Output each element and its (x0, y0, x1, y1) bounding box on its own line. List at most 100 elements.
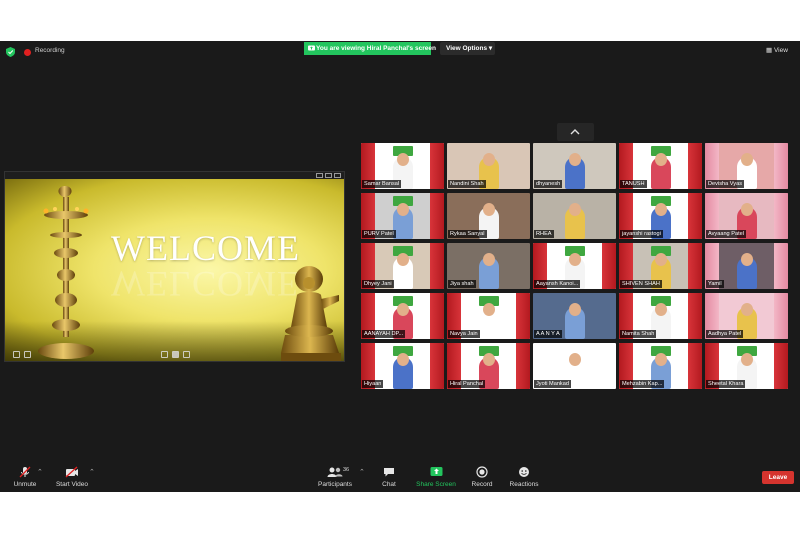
participant-tile[interactable]: Aayansh Kanoi... (533, 243, 616, 289)
participant-tile[interactable]: A A N Y A (533, 293, 616, 339)
participant-tile[interactable]: Sheetal Khara (705, 343, 788, 389)
view-layout-button[interactable]: ▦ View (766, 46, 788, 54)
participant-tile[interactable]: Navya Jain (447, 293, 530, 339)
pen-tool-icon[interactable] (161, 351, 168, 358)
participant-tile[interactable]: Samar Bansal (361, 143, 444, 189)
slide-menu-icon[interactable] (24, 351, 31, 358)
participant-name: Devisha Vyas (706, 180, 744, 188)
zoom-meeting-window: Recording You are viewing Hiral Panchal'… (0, 41, 800, 492)
slideshow-controls (5, 347, 344, 361)
unmute-label: Unmute (13, 481, 37, 488)
participants-icon (327, 467, 343, 477)
participant-name: Rykaa Sanyal (448, 230, 487, 238)
shared-screen-view[interactable]: WELCOME WELCOME (4, 171, 345, 362)
participant-tile[interactable]: Namita Shah (619, 293, 702, 339)
participant-name: Hiyaan (362, 380, 384, 388)
chat-button[interactable]: Chat (376, 466, 402, 488)
minimize-icon[interactable] (316, 173, 323, 178)
share-screen-button[interactable]: Share Screen (416, 466, 456, 488)
curtain-right (430, 243, 444, 289)
participant-name: Aayansh Kanoi... (534, 280, 581, 288)
chat-label: Chat (382, 481, 396, 488)
audio-options-chevron-icon[interactable]: ⌃ (37, 468, 43, 476)
record-icon (476, 466, 488, 478)
curtain-right (602, 243, 616, 289)
participant-face (396, 203, 409, 216)
curtain-right (430, 343, 444, 389)
view-options-label: View Options (446, 45, 488, 52)
participant-face (568, 203, 581, 216)
previous-slide-icon[interactable] (13, 351, 20, 358)
participant-tile[interactable]: Rykaa Sanyal (447, 193, 530, 239)
close-icon[interactable] (334, 173, 341, 178)
participant-tile[interactable]: Devisha Vyas (705, 143, 788, 189)
participant-face (396, 303, 409, 316)
participant-face (482, 353, 495, 366)
reactions-button[interactable]: Reactions (508, 466, 540, 488)
participant-tile[interactable]: jayanshi rastogi (619, 193, 702, 239)
participant-face (654, 303, 667, 316)
participant-tile[interactable]: TANUSH (619, 143, 702, 189)
security-shield-icon[interactable] (6, 47, 15, 57)
participant-tile[interactable]: Hiral Panchal (447, 343, 530, 389)
participant-tile[interactable]: RHEA (533, 193, 616, 239)
share-screen-arrow-icon (430, 467, 442, 476)
participant-tile[interactable]: Dhyey Jani (361, 243, 444, 289)
chevron-up-icon (570, 129, 580, 135)
participant-name: Yamil (706, 280, 724, 288)
participant-tile[interactable]: Jyoti Mankad (533, 343, 616, 389)
leave-meeting-button[interactable]: Leave (762, 471, 794, 484)
participant-face (396, 153, 409, 166)
participants-options-chevron-icon[interactable]: ⌃ (359, 468, 365, 476)
participant-face (654, 253, 667, 266)
unmute-button[interactable]: Unmute (10, 466, 40, 488)
presentation-slide: WELCOME WELCOME (5, 179, 344, 361)
participant-tile[interactable]: Jiya shah (447, 243, 530, 289)
share-banner-text: You are viewing Hiral Panchal's screen (316, 45, 436, 52)
participant-face (568, 153, 581, 166)
grid-icon: ▦ (766, 47, 773, 54)
start-video-button[interactable]: Start Video (54, 466, 90, 488)
curtain-right (430, 143, 444, 189)
participant-tile[interactable]: Nandini Shah (447, 143, 530, 189)
reactions-label: Reactions (509, 481, 539, 488)
curtain-right (516, 343, 530, 389)
participant-name: AANAYAH DP... (362, 330, 406, 338)
participant-face (740, 203, 753, 216)
participant-tile[interactable]: Hiyaan (361, 343, 444, 389)
maximize-icon[interactable] (325, 173, 332, 178)
participant-face (568, 303, 581, 316)
participant-name: TANUSH (620, 180, 647, 188)
participant-name: Navya Jain (448, 330, 480, 338)
view-options-button[interactable]: View Options ▾ (440, 42, 495, 55)
curtain-right (688, 193, 702, 239)
participant-face (740, 353, 753, 366)
pointer-icon[interactable] (183, 351, 190, 358)
curtain-right (774, 193, 788, 239)
video-options-chevron-icon[interactable]: ⌃ (89, 468, 95, 476)
participant-tile[interactable]: Mehzabin Kap... (619, 343, 702, 389)
participant-tile[interactable]: Aadhya Patel (705, 293, 788, 339)
participant-name: SHIVEN SHAH (620, 280, 662, 288)
muted-microphone-icon (19, 466, 31, 478)
meeting-controls-toolbar: Unmute ⌃ Start Video ⌃ Participants 36 ⌃ (0, 461, 800, 492)
participant-name: Jiya shah (448, 280, 476, 288)
zoom-icon[interactable] (172, 351, 179, 358)
participant-tile[interactable]: AANAYAH DP... (361, 293, 444, 339)
participant-tile[interactable]: Yamil (705, 243, 788, 289)
participant-count-badge: 36 (343, 467, 350, 473)
participant-tile[interactable]: dhyanesh (533, 143, 616, 189)
curtain-right (688, 143, 702, 189)
share-screen-label: Share Screen (416, 481, 456, 488)
participant-tile[interactable]: SHIVEN SHAH (619, 243, 702, 289)
chevron-down-icon: ▾ (488, 45, 493, 52)
participant-tile[interactable]: PURV Patel (361, 193, 444, 239)
start-video-label: Start Video (55, 481, 89, 488)
participant-face (482, 153, 495, 166)
gallery-page-up-button[interactable] (557, 123, 594, 141)
viewing-share-banner: You are viewing Hiral Panchal's screen (304, 42, 436, 55)
participant-face (740, 303, 753, 316)
participant-tile[interactable]: Avyaang Patel (705, 193, 788, 239)
record-button[interactable]: Record (469, 466, 495, 488)
record-label: Record (471, 481, 493, 488)
